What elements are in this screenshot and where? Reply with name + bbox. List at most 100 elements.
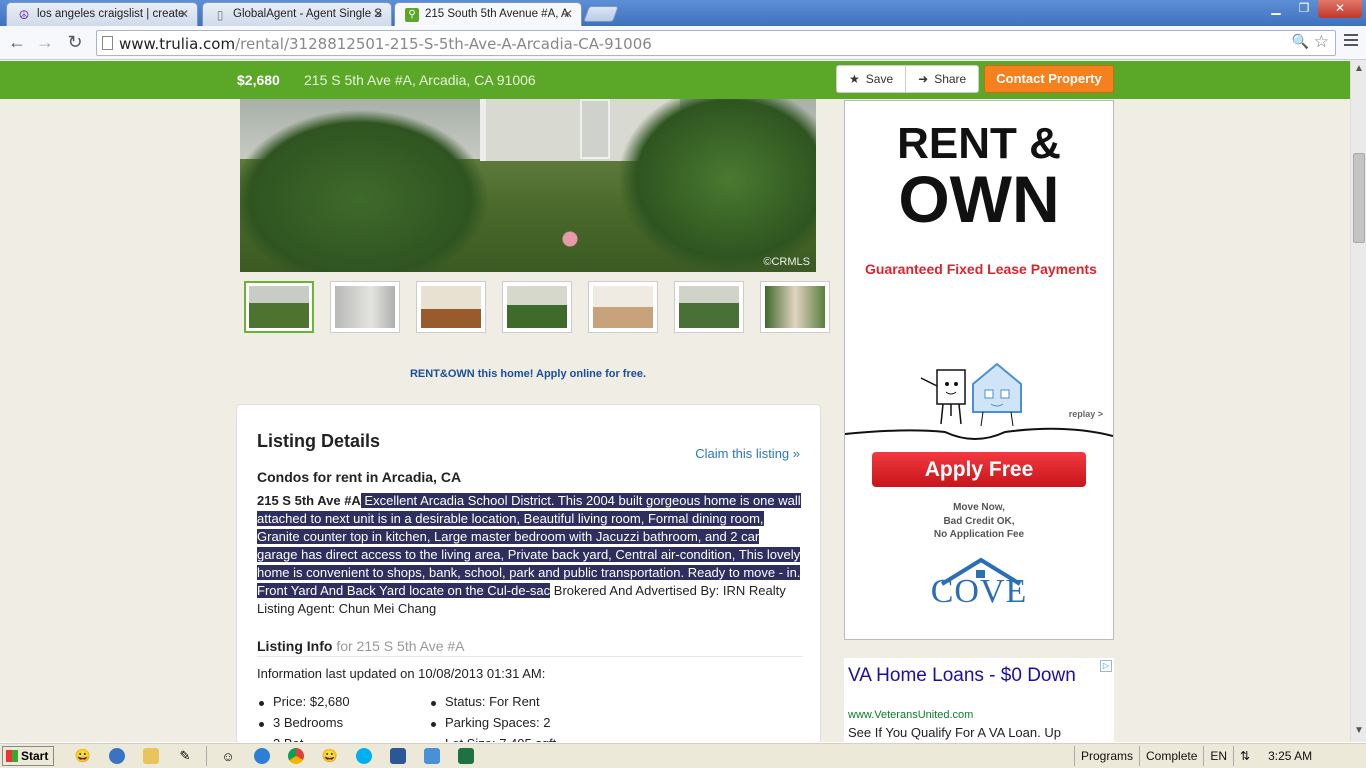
fact-status: Status: For Rent	[429, 694, 556, 715]
excel-icon[interactable]	[449, 746, 483, 766]
ad-replay-link[interactable]: replay >	[1069, 409, 1103, 419]
photo-door	[580, 99, 610, 159]
save-share-group: ★ Save ➜ Share	[836, 65, 980, 93]
photo-shrub	[240, 109, 490, 272]
listing-info-heading: Listing Info for 215 S 5th Ave #A	[257, 638, 803, 657]
thumbnail[interactable]	[502, 281, 572, 333]
zoom-icon[interactable]: 🔍	[1292, 34, 1309, 50]
listing-description: 215 S 5th Ave #A Excellent Arcadia Schoo…	[257, 492, 803, 618]
menu-icon[interactable]	[1344, 34, 1358, 48]
tab-title: GlobalAgent - Agent Single S	[233, 8, 382, 20]
listing-info-for: for 215 S 5th Ave #A	[336, 638, 465, 654]
quick-launch: 😀 ✎ ☺ 😀	[66, 746, 483, 766]
language-indicator[interactable]: EN	[1203, 746, 1233, 766]
share-arrow-icon: ➜	[918, 72, 929, 86]
chrome-icon[interactable]	[279, 746, 313, 766]
peace-icon: ☮	[18, 8, 30, 22]
scroll-down-icon[interactable]: ▼	[1354, 725, 1364, 736]
window-controls: ▁ ❐ ✕	[1262, 0, 1362, 18]
url-path: /rental/3128812501-215-S-5th-Ave-A-Arcad…	[235, 35, 652, 53]
skype-icon[interactable]	[347, 746, 381, 766]
photo-shrub	[620, 99, 816, 272]
word-icon[interactable]	[381, 746, 415, 766]
star-icon: ★	[849, 72, 860, 86]
page-scrollbar[interactable]: ▲ ▼	[1350, 61, 1366, 741]
minimize-icon[interactable]: ▁	[1262, 0, 1290, 18]
close-icon[interactable]: ✕	[373, 7, 383, 21]
tab-globalagent[interactable]: ▯ GlobalAgent - Agent Single S ✕	[202, 2, 392, 26]
browser-toolbar: ← → ↻ www.trulia.com/rental/3128812501-2…	[0, 26, 1366, 60]
description-address: 215 S 5th Ave #A	[257, 493, 361, 508]
photo-watermark: ©CRMLS	[763, 256, 810, 268]
trulia-pin-icon: ⚲	[405, 8, 419, 22]
save-button[interactable]: ★ Save	[837, 66, 905, 92]
listing-details-title: Listing Details	[257, 431, 381, 451]
share-label: Share	[934, 72, 967, 86]
bookmark-star-icon[interactable]: ☆	[1314, 32, 1329, 52]
media-icon[interactable]	[100, 746, 134, 766]
claim-listing-link[interactable]: Claim this listing »	[695, 446, 800, 461]
forward-icon[interactable]: →	[34, 32, 56, 54]
contact-property-button[interactable]: Contact Property	[984, 65, 1114, 93]
new-tab-button[interactable]	[583, 6, 619, 22]
fact-price: Price: $2,680	[257, 694, 350, 715]
yahoo-messenger-icon[interactable]: 😀	[313, 746, 347, 766]
clock[interactable]: 3:25 AM	[1256, 749, 1330, 763]
ad2-url[interactable]: www.VeteransUnited.com	[848, 709, 973, 721]
restore-icon[interactable]: ❐	[1290, 0, 1318, 18]
header-price: $2,680	[237, 72, 280, 88]
tab-title: 215 South 5th Avenue #A, A	[425, 8, 569, 20]
rent-own-link[interactable]: RENT&OWN this home! Apply online for fre…	[240, 368, 816, 380]
thumbnail[interactable]	[244, 281, 314, 333]
pen-icon[interactable]: ✎	[168, 746, 202, 766]
start-button[interactable]: Start	[2, 746, 54, 766]
ad2-headline[interactable]: VA Home Loans - $0 Down	[848, 664, 1078, 687]
cartoon-house-illustration	[845, 362, 1113, 440]
page-icon: ▯	[216, 8, 224, 22]
browser-tab-bar: ☮ los angeles craigslist | create ✕ ▯ Gl…	[0, 0, 1366, 26]
scroll-thumb[interactable]	[1353, 153, 1365, 243]
cove-logo: COVE	[930, 573, 1028, 610]
start-label: Start	[21, 749, 49, 763]
address-bar[interactable]: www.trulia.com/rental/3128812501-215-S-5…	[96, 30, 1336, 56]
scroll-up-icon[interactable]: ▲	[1354, 63, 1364, 74]
thumbnail[interactable]	[588, 281, 658, 333]
save-label: Save	[865, 72, 894, 86]
main-listing-photo[interactable]: ©CRMLS	[240, 99, 816, 272]
va-loans-ad[interactable]: ▷ VA Home Loans - $0 Down www.VeteransUn…	[844, 658, 1114, 742]
close-icon[interactable]: ✕	[563, 7, 573, 21]
chat-icon[interactable]: ☺	[211, 746, 245, 766]
listing-info-title: Listing Info	[257, 638, 333, 654]
programs-toolbar[interactable]: Programs	[1074, 746, 1139, 766]
thumbnail[interactable]	[674, 281, 744, 333]
ad-subtext-line: No Application Fee	[933, 529, 1025, 540]
listing-details-card: Listing Details Claim this listing » Con…	[236, 404, 821, 751]
messenger-icon[interactable]: 😀	[66, 746, 100, 766]
tab-title: los angeles craigslist | create	[37, 8, 185, 20]
fact-parking: Parking Spaces: 2	[429, 715, 556, 736]
network-icon[interactable]: ⇅	[1233, 746, 1256, 766]
thumbnail[interactable]	[330, 281, 400, 333]
ad2-body: See If You Qualify For A VA Loan. Up	[848, 725, 1061, 740]
ad-tagline: Guaranteed Fixed Lease Payments	[865, 261, 1097, 277]
tab-craigslist[interactable]: ☮ los angeles craigslist | create ✕	[6, 2, 198, 26]
thumbnail[interactable]	[416, 281, 486, 333]
reload-icon[interactable]: ↻	[64, 32, 86, 54]
close-window-icon[interactable]: ✕	[1318, 0, 1362, 18]
apply-free-button[interactable]: Apply Free	[872, 452, 1086, 487]
thumbnail[interactable]	[760, 281, 830, 333]
adchoices-icon[interactable]: ▷	[1100, 660, 1112, 672]
close-icon[interactable]: ✕	[179, 7, 189, 21]
internet-explorer-icon[interactable]	[245, 746, 279, 766]
tab-trulia[interactable]: ⚲ 215 South 5th Avenue #A, A ✕	[394, 2, 582, 26]
ie-window-icon[interactable]	[415, 746, 449, 766]
back-icon[interactable]: ←	[6, 32, 28, 54]
last-updated: Information last updated on 10/08/2013 0…	[257, 666, 546, 681]
header-address: 215 S 5th Ave #A, Arcadia, CA 91006	[304, 72, 536, 88]
share-button[interactable]: ➜ Share	[905, 66, 978, 92]
ad-headline-1: RENT &	[897, 119, 1061, 168]
rent-own-ad[interactable]: RENT & OWN Guaranteed Fixed Lease Paymen…	[844, 100, 1114, 640]
explorer-icon[interactable]	[134, 746, 168, 766]
ad-subtext-line: Move Now,	[953, 502, 1005, 513]
complete-toolbar[interactable]: Complete	[1139, 746, 1203, 766]
